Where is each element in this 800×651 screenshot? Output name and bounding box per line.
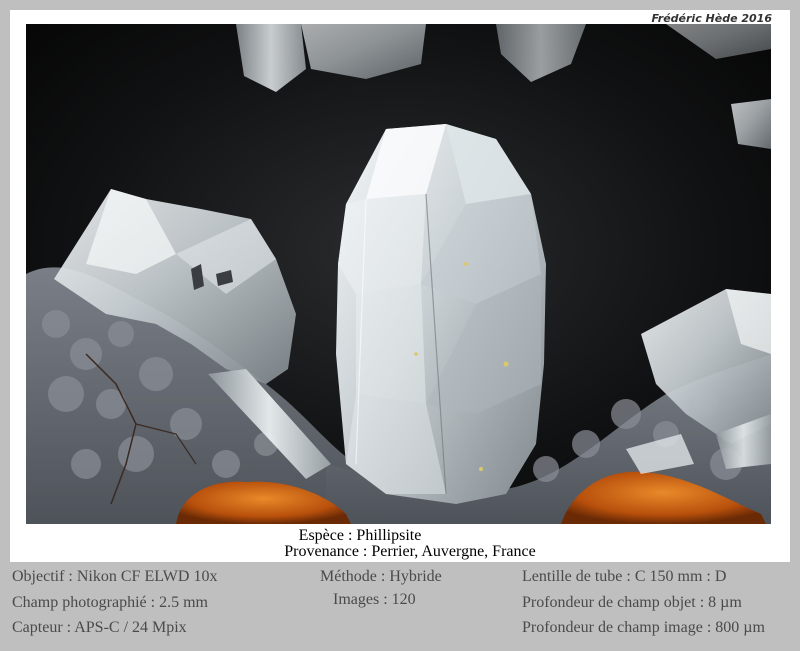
photo-frame: Frédéric Hède 2016 Espèce: Phillipsite … <box>0 0 800 651</box>
mineral-photo <box>26 24 771 524</box>
tube-lens-info: Lentille de tube : C 150 mm : D <box>522 568 727 585</box>
images-info: Images : 120 <box>333 591 416 608</box>
dof-image-info: Profondeur de champ image : 800 µm <box>522 619 765 636</box>
mineral-photo-drawing <box>26 24 771 524</box>
species-caption: Espèce : Phillipsite <box>298 527 422 544</box>
dof-object-info: Profondeur de champ objet : 8 µm <box>522 594 742 611</box>
objective-info: Objectif : Nikon CF ELWD 10x <box>12 568 218 585</box>
provenance-caption: Provenance : Perrier, Auvergne, France <box>284 543 536 560</box>
central-crystal <box>336 124 546 504</box>
field-info: Champ photographié : 2.5 mm <box>12 594 208 611</box>
method-info: Méthode : Hybride <box>320 568 442 585</box>
sensor-info: Capteur : APS-C / 24 Mpix <box>12 619 187 636</box>
